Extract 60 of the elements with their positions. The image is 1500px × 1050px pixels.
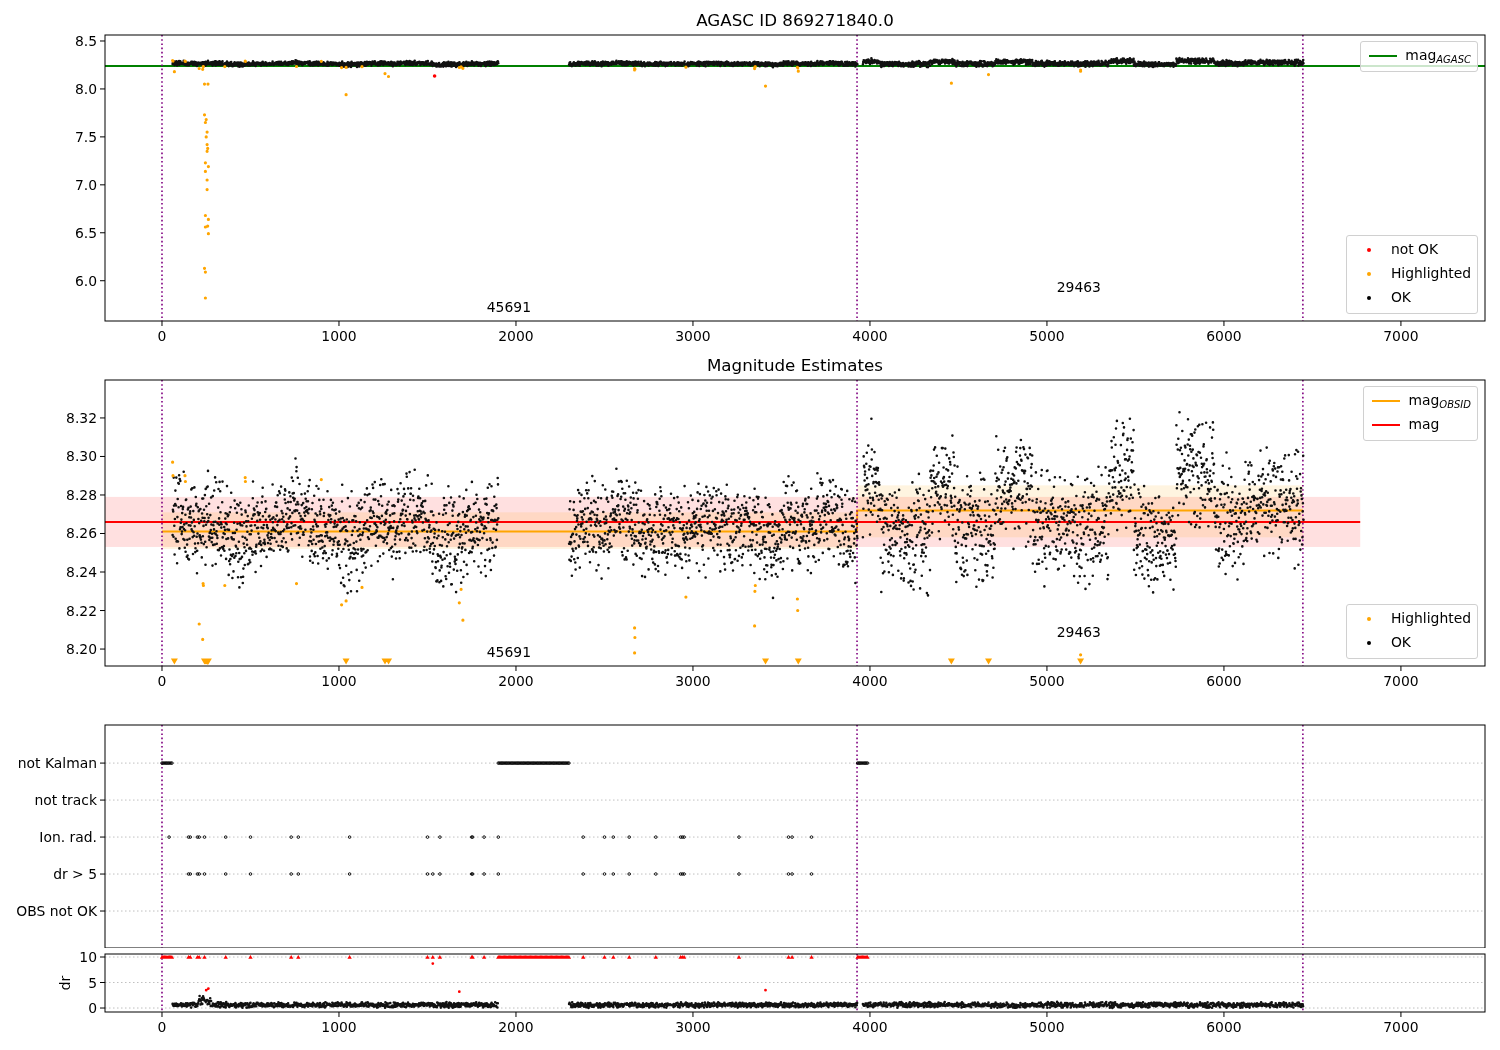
x-tick-label: 6000 <box>1206 673 1242 689</box>
legend-label: mag$_{AGASC}$ <box>1405 46 1471 67</box>
legend-label: mag$_{OBSID}$ <box>1408 391 1471 412</box>
x-tick-label: 2000 <box>498 1019 534 1035</box>
y-tick-label: 8.5 <box>74 33 97 49</box>
y-tick-label: not track <box>34 792 97 809</box>
x-tick-label: 5000 <box>1029 328 1065 344</box>
x-tick-label: 7000 <box>1383 1019 1419 1035</box>
x-tick-label: 1000 <box>321 1019 357 1035</box>
y-tick-label: 8.22 <box>66 602 97 619</box>
obsid-label: 29463 <box>1056 279 1101 295</box>
x-tick-label: 4000 <box>852 673 888 689</box>
x-tick-label: 0 <box>157 328 167 344</box>
x-tick-label: 0 <box>157 673 167 689</box>
x-tick-label: 6000 <box>1206 328 1242 344</box>
x-tick-label: 5000 <box>1029 673 1065 689</box>
x-tick-label: 1000 <box>321 673 357 689</box>
x-tick-label: 4000 <box>852 328 888 344</box>
legend-label: OK <box>1390 633 1411 652</box>
x-tick-label: 6000 <box>1206 1019 1242 1035</box>
y-tick-label: 8.26 <box>66 525 97 542</box>
x-tick-label: 3000 <box>675 328 711 344</box>
y-tick-label: 8.30 <box>66 448 97 465</box>
y-tick-label: 8.28 <box>66 487 97 503</box>
y-tick-label: dr > 5 <box>53 866 97 883</box>
y-tick-label: not Kalman <box>17 755 97 772</box>
obsid-label: 45691 <box>486 299 531 315</box>
y-tick-label: Ion. rad. <box>39 829 97 846</box>
chart-title: AGASC ID 869271840.0 <box>696 10 894 30</box>
y-tick-label: OBS not OK <box>16 903 97 919</box>
obsid-label: 45691 <box>486 644 531 660</box>
x-tick-label: 1000 <box>321 328 357 344</box>
y-axis-label: dr <box>57 975 73 991</box>
x-tick-label: 7000 <box>1383 328 1419 344</box>
y-tick-label: 8.20 <box>66 641 97 658</box>
y-tick-label: 7.0 <box>74 176 97 193</box>
y-tick-label: 5 <box>88 974 97 991</box>
y-tick-label: 6.0 <box>74 272 97 289</box>
legend-label: mag <box>1408 415 1440 434</box>
y-tick-label: 8.24 <box>66 564 97 580</box>
x-tick-label: 2000 <box>498 673 534 689</box>
y-tick-label: 8.0 <box>74 80 97 97</box>
y-tick-label: 10 <box>79 949 97 965</box>
y-tick-label: 6.5 <box>74 224 97 241</box>
legend-label: not OK <box>1390 240 1439 259</box>
y-tick-label: 8.32 <box>66 409 97 426</box>
y-tick-label: 7.5 <box>74 128 97 145</box>
legend-label: OK <box>1390 288 1411 307</box>
legend-label: Highlighted <box>1390 609 1471 628</box>
legend-label: Highlighted <box>1390 264 1471 283</box>
x-tick-label: 7000 <box>1383 673 1419 689</box>
x-tick-label: 4000 <box>852 1019 888 1035</box>
x-tick-label: 3000 <box>675 1019 711 1035</box>
x-tick-label: 0 <box>157 1019 167 1035</box>
y-tick-label: 0 <box>88 1000 97 1016</box>
x-tick-label: 3000 <box>675 673 711 689</box>
chart-title: Magnitude Estimates <box>706 355 884 375</box>
x-tick-label: 5000 <box>1029 1019 1065 1035</box>
obsid-label: 29463 <box>1056 624 1101 640</box>
x-tick-label: 2000 <box>498 328 534 344</box>
